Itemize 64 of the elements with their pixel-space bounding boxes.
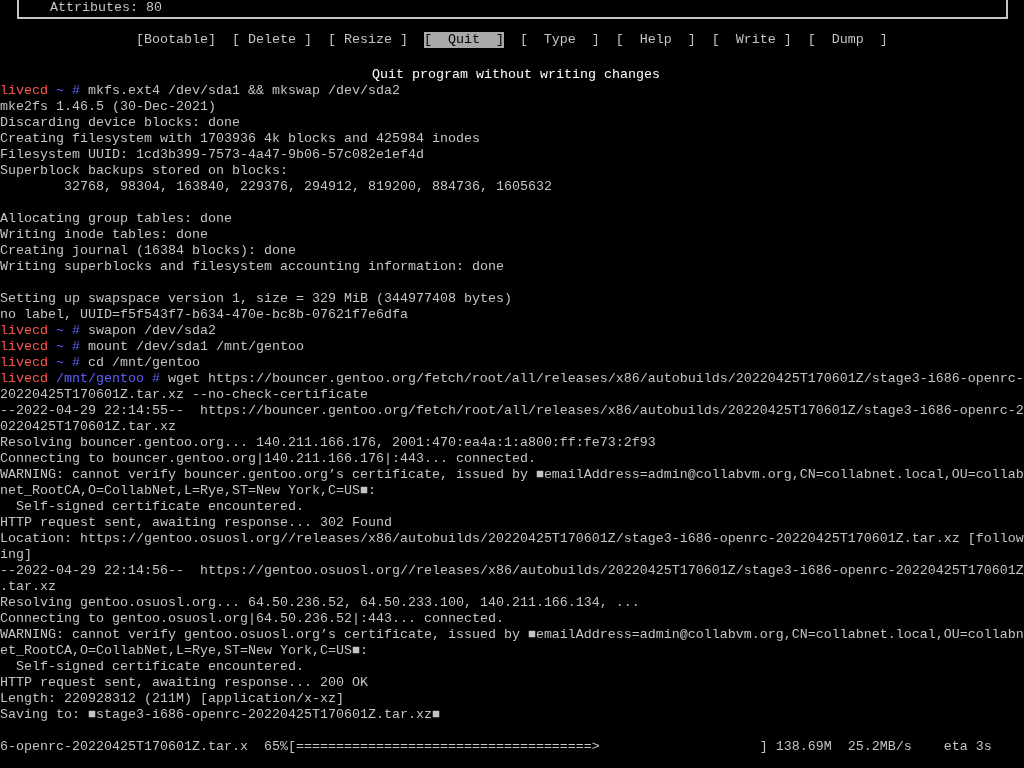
prompt-symbol: # xyxy=(151,371,160,387)
prompt-host: livecd xyxy=(0,355,48,371)
output-line: Superblock backups stored on blocks: xyxy=(0,163,288,179)
output-line: Writing inode tables: done xyxy=(0,227,208,243)
output-line: Connecting to bouncer.gentoo.org|140.211.166.176|:443... connected. xyxy=(0,451,536,467)
prompt-path: ~ xyxy=(56,323,64,339)
prompt-symbol: # xyxy=(71,355,80,371)
output-line: Resolving bouncer.gentoo.org... 140.211.166.176, 2001:470:ea4a:1:a800:ff:fe73:2f93 xyxy=(0,435,656,451)
prompt-symbol: # xyxy=(71,323,80,339)
prompt-host: livecd xyxy=(0,371,48,387)
output-line: WARNING: cannot verify bouncer.gentoo.org’s certificate, issued by ■emailAddress=admin@collabvm.org,CN=collabnet.local,OU=collab xyxy=(0,467,1024,483)
output-line: WARNING: cannot verify gentoo.osuosl.org’s certificate, issued by ■emailAddress=admin@collabvm.org,CN=collabnet.local,OU=collabn xyxy=(0,627,1024,643)
output-line: --2022-04-29 22:14:56-- https://gentoo.osuosl.org//releases/x86/autobuilds/20220425T170601Z/stage3-i686-openrc-20220425T170601Z xyxy=(0,563,1024,579)
output-line: HTTP request sent, awaiting response... 302 Found xyxy=(0,515,392,531)
output-line: 6-openrc-20220425T170601Z.tar.x 65%[=====================================> ] 138.69M 25.2MB/s eta 3s xyxy=(0,739,992,755)
output-line: Setting up swapspace version 1, size = 329 MiB (344977408 bytes) xyxy=(0,291,512,307)
output-line: mke2fs 1.46.5 (30-Dec-2021) xyxy=(0,99,216,115)
command-text: swapon /dev/sda2 xyxy=(87,323,216,339)
menu-option[interactable]: [ Dump ] xyxy=(807,32,888,48)
command-text: wget https://bouncer.gentoo.org/fetch/root/all/releases/x86/autobuilds/20220425T170601Z/stage3-i686-openrc- xyxy=(167,371,1024,387)
output-line: Length: 220928312 (211M) [application/x-xz] xyxy=(0,691,344,707)
output-line: Connecting to gentoo.osuosl.org|64.50.236.52|:443... connected. xyxy=(0,611,504,627)
output-line: Allocating group tables: done xyxy=(0,211,232,227)
prompt-symbol: # xyxy=(71,339,80,355)
prompt-symbol: # xyxy=(71,83,80,99)
prompt-path: ~ xyxy=(56,83,64,99)
prompt-host: livecd xyxy=(0,339,48,355)
output-line: Saving to: ■stage3-i686-openrc-20220425T170601Z.tar.xz■ xyxy=(0,707,440,723)
output-line: Creating filesystem with 1703936 4k blocks and 425984 inodes xyxy=(0,131,480,147)
output-line: Creating journal (16384 blocks): done xyxy=(0,243,296,259)
prompt-path: /mnt/gentoo xyxy=(56,371,144,387)
output-line: et_RootCA,O=CollabNet,L=Rye,ST=New York,C=US■: xyxy=(0,643,368,659)
output-line: 20220425T170601Z.tar.xz --no-check-certificate xyxy=(0,387,368,403)
output-line: Filesystem UUID: 1cd3b399-7573-4a47-9b06-57c082e1ef4d xyxy=(0,147,424,163)
menu-option[interactable]: [ Type ] xyxy=(519,32,600,48)
output-line: 32768, 98304, 163840, 229376, 294912, 819200, 884736, 1605632 xyxy=(63,179,552,195)
prompt-host: livecd xyxy=(0,83,48,99)
output-line: ing] xyxy=(0,547,32,563)
menu-option[interactable]: [ Help ] xyxy=(615,32,696,48)
prompt-host: livecd xyxy=(0,323,48,339)
output-line: Self-signed certificate encountered. xyxy=(15,659,304,675)
command-text: mkfs.ext4 /dev/sda1 && mkswap /dev/sda2 xyxy=(87,83,400,99)
output-line: no label, UUID=f5f543f7-b634-470e-bc8b-07621f7e6dfa xyxy=(0,307,408,323)
output-line: Discarding device blocks: done xyxy=(0,115,240,131)
menu-option[interactable]: [ Delete ] xyxy=(231,32,312,48)
attribute-text: Attributes: 80 xyxy=(50,0,163,15)
output-line: Writing superblocks and filesystem accounting information: done xyxy=(0,259,504,275)
menu-option[interactable]: [ Quit ] xyxy=(423,32,504,48)
output-line: net_RootCA,O=CollabNet,L=Rye,ST=New York,C=US■: xyxy=(0,483,376,499)
output-line: 0220425T170601Z.tar.xz xyxy=(0,419,176,435)
output-line: HTTP request sent, awaiting response... 200 OK xyxy=(0,675,368,691)
command-text: cd /mnt/gentoo xyxy=(87,355,200,371)
menu-option[interactable]: [ Write ] xyxy=(711,32,792,48)
output-line: --2022-04-29 22:14:55-- https://bouncer.gentoo.org/fetch/root/all/releases/x86/autobuilds/20220425T170601Z/stage3-i686-openrc-2 xyxy=(0,403,1024,419)
output-line: Resolving gentoo.osuosl.org... 64.50.236.52, 64.50.233.100, 140.211.166.134, ... xyxy=(0,595,640,611)
menu-option[interactable]: [Bootable] xyxy=(136,32,216,48)
command-text: mount /dev/sda1 /mnt/gentoo xyxy=(87,339,304,355)
output-line: .tar.xz xyxy=(0,579,56,595)
prompt-path: ~ xyxy=(56,355,64,371)
output-line: Self-signed certificate encountered. xyxy=(15,499,304,515)
prompt-path: ~ xyxy=(56,339,64,355)
output-line: Location: https://gentoo.osuosl.org//releases/x86/autobuilds/20220425T170601Z/stage3-i686-openrc-20220425T170601Z.tar.xz [follow xyxy=(0,531,1024,547)
hint-text: Quit program without writing changes xyxy=(372,67,660,83)
menu-option[interactable]: [ Resize ] xyxy=(327,32,408,48)
